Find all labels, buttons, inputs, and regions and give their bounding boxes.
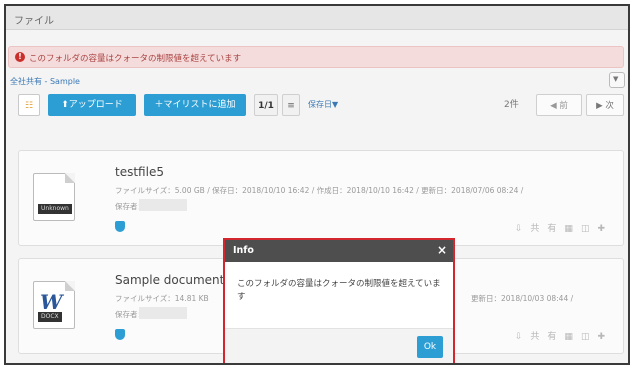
file-actions[interactable]: ⇩共有▦◫✚ (515, 221, 613, 234)
more-icon[interactable]: ✚ (597, 332, 613, 342)
more-icon[interactable]: ✚ (597, 224, 613, 234)
share-label[interactable]: 共有 (530, 332, 564, 342)
list-view-icon[interactable]: ≡ (282, 94, 300, 116)
breadcrumb-dropdown-button[interactable] (609, 72, 625, 88)
titlebar: ファイル (6, 6, 628, 30)
download-icon[interactable]: ⇩ (515, 332, 531, 342)
unknown-file-icon: Unknown (33, 173, 75, 221)
file-meta: ファイルサイズ：5.00 GB / 保存日：2018/10/10 16:42 /… (115, 186, 524, 195)
file-name[interactable]: testfile5 (115, 165, 164, 179)
file-meta-updated: 更新日：2018/10/03 08:44 / (471, 294, 574, 303)
item-count: 2件 (504, 100, 519, 110)
folder-list-button[interactable]: ☷ (18, 94, 40, 116)
details-icon[interactable]: ▦ (564, 224, 581, 234)
toolbar: ☷ ⬆アップロード ＋マイリストに追加 1/1 ≡ 保存日▼ 2件 ◀ 前 ▶ … (6, 94, 628, 120)
ok-button[interactable]: Ok (417, 336, 443, 358)
saver-value-redacted (139, 199, 187, 211)
alert-text: このフォルダの容量はクォータの制限値を超えています (29, 54, 242, 64)
dialog-header: Info × (225, 240, 453, 262)
dialog-footer: Ok (225, 328, 453, 363)
next-page-button[interactable]: ▶ 次 (586, 94, 624, 116)
info-dialog: Info × このフォルダの容量はクォータの制限値を超えています Ok (223, 238, 455, 363)
copy-icon[interactable]: ◫ (581, 224, 598, 234)
upload-button[interactable]: ⬆アップロード (48, 94, 136, 116)
saver-value-redacted (139, 307, 187, 319)
shield-icon (115, 221, 125, 232)
quota-alert: ! このフォルダの容量はクォータの制限値を超えています (8, 46, 624, 68)
page-indicator: 1/1 (254, 94, 278, 116)
close-icon[interactable]: × (437, 243, 447, 257)
copy-icon[interactable]: ◫ (581, 332, 598, 342)
download-icon[interactable]: ⇩ (515, 224, 531, 234)
dialog-title: Info (233, 245, 254, 256)
word-logo: W (40, 290, 63, 314)
file-actions[interactable]: ⇩共有▦◫✚ (515, 329, 613, 342)
file-name[interactable]: Sample document.d (115, 273, 236, 287)
file-card[interactable]: Unknown testfile5 ファイルサイズ：5.00 GB / 保存日：… (18, 150, 624, 246)
shield-icon (115, 329, 125, 340)
file-type-badge: Unknown (38, 204, 72, 214)
error-icon: ! (15, 52, 25, 62)
sort-dropdown[interactable]: 保存日▼ (308, 94, 348, 116)
details-icon[interactable]: ▦ (564, 332, 581, 342)
word-file-icon: W DOCX (33, 281, 75, 329)
app-window: ファイル ! このフォルダの容量はクォータの制限値を超えています 全社共有 - … (4, 4, 630, 365)
prev-page-button[interactable]: ◀ 前 (536, 94, 582, 116)
breadcrumb[interactable]: 全社共有 - Sample (10, 76, 80, 87)
add-to-mylist-button[interactable]: ＋マイリストに追加 (144, 94, 246, 116)
dialog-message: このフォルダの容量はクォータの制限値を超えています (237, 279, 441, 302)
file-meta-size: ファイルサイズ：14.81 KB (115, 294, 209, 303)
file-type-badge: DOCX (38, 312, 62, 322)
share-label[interactable]: 共有 (530, 224, 564, 234)
page-title: ファイル (14, 16, 54, 27)
